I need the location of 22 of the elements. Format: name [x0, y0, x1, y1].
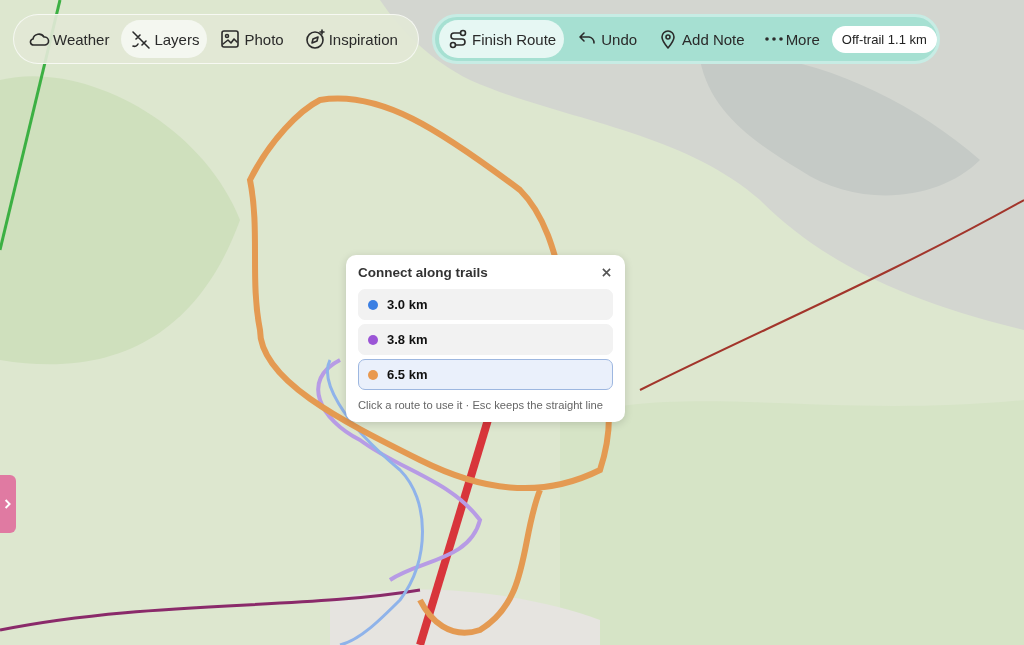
panel-toggle-button[interactable] [0, 475, 16, 533]
close-icon [602, 268, 611, 277]
compass-icon [303, 28, 326, 50]
popup-hint: Click a route to use it · Esc keeps the straight line [358, 399, 604, 411]
popup-title: Connect along trails [358, 265, 488, 280]
more-icon [764, 37, 783, 41]
image-icon [219, 28, 242, 50]
chevron-right-icon [4, 499, 12, 509]
toolbar-button[interactable]: More [756, 20, 828, 58]
route-option[interactable]: 3.8 km [358, 324, 613, 355]
route-option[interactable]: 3.0 km [358, 289, 613, 320]
route-icon [447, 28, 469, 50]
toolbar-button[interactable]: Finish Route [439, 20, 565, 58]
toolbar-button[interactable]: Inspiration [295, 20, 406, 58]
route-option[interactable]: 6.5 km [358, 359, 613, 390]
toolbar-button[interactable]: Layers [121, 20, 208, 58]
off-trail-badge: Off-trail 1.1 km [831, 25, 937, 53]
toolbar-button[interactable]: Add Note [649, 20, 753, 58]
toolbar-button[interactable]: Undo [568, 20, 646, 58]
toolbar-button[interactable]: Photo [211, 20, 292, 58]
toolbar-button[interactable]: Weather [20, 20, 118, 58]
close-button[interactable] [600, 266, 613, 279]
